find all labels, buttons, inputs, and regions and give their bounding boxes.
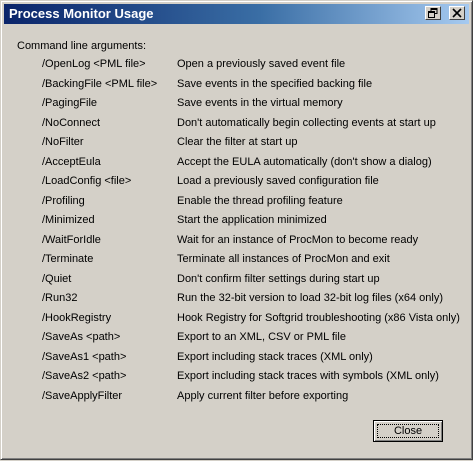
- argument-name: /Minimized: [42, 214, 95, 226]
- argument-description: Don't automatically begin collecting eve…: [177, 116, 436, 129]
- argument-name: /OpenLog <PML file>: [42, 58, 146, 70]
- argument-row: /Minimized Start the application minimize…: [1, 213, 473, 233]
- dialog-content: Command line arguments: /OpenLog <PML fi…: [1, 25, 473, 461]
- argument-row: /SaveApplyFilter Apply current filter bef…: [1, 389, 473, 409]
- argument-name: /LoadConfig <file>: [42, 175, 132, 187]
- argument-row: /HookRegistry Hook Registry for Softgrid …: [1, 311, 473, 331]
- argument-name: /NoFilter: [42, 136, 84, 148]
- close-button[interactable]: Close: [373, 420, 443, 442]
- argument-description: Save events in the specified backing fil…: [177, 77, 373, 90]
- argument-description: Open a previously saved event file: [177, 58, 346, 70]
- close-window-button[interactable]: [449, 6, 465, 20]
- argument-description: Export to an XML, CSV or PML file: [177, 331, 346, 343]
- argument-row: /SaveAs <path> Export to an XML, CSV or P…: [1, 330, 473, 350]
- argument-name: /PagingFile: [42, 97, 98, 109]
- argument-name: /SaveAs2 <path>: [42, 370, 127, 382]
- argument-row: /WaitForIdle Wait for an instance of Proc…: [1, 233, 473, 253]
- window-title: Process Monitor Usage: [9, 6, 154, 21]
- argument-row: /AcceptEula Accept the EULA automatically…: [1, 155, 473, 175]
- argument-name: /SaveApplyFilter: [42, 389, 123, 402]
- restore-button[interactable]: [425, 6, 441, 20]
- argument-name: /Run32: [42, 292, 78, 304]
- argument-description: Accept the EULA automatically (don't sho…: [177, 155, 432, 168]
- argument-row: /BackingFile <PML file> Save events in th…: [1, 77, 473, 97]
- arguments-heading: Command line arguments:: [17, 40, 147, 52]
- argument-row: /Profiling Enable the thread profiling fe…: [1, 194, 473, 214]
- argument-description: Don't confirm filter settings during sta…: [177, 272, 380, 285]
- argument-name: /SaveAs1 <path>: [42, 350, 127, 363]
- argument-description: Apply current filter before exporting: [177, 389, 349, 402]
- argument-name: /Profiling: [42, 194, 85, 207]
- argument-name: /HookRegistry: [42, 311, 112, 324]
- argument-description: Enable the thread profiling feature: [177, 194, 343, 207]
- argument-name: /Quiet: [42, 272, 72, 285]
- argument-row: /NoConnect Don't automatically begin coll…: [1, 116, 473, 136]
- argument-description: Wait for an instance of ProcMon to becom…: [177, 233, 419, 246]
- argument-name: /AcceptEula: [42, 155, 101, 168]
- argument-row: /SaveAs1 <path> Export including stack tr…: [1, 350, 473, 370]
- argument-row: /Terminate Terminate all instances of Pro…: [1, 252, 473, 272]
- argument-description: Export including stack traces (XML only): [177, 350, 373, 363]
- argument-name: /SaveAs <path>: [42, 331, 121, 343]
- argument-name: /WaitForIdle: [42, 233, 101, 246]
- argument-row: /LoadConfig <file> Load a previously save…: [1, 174, 473, 194]
- argument-description: Hook Registry for Softgrid troubleshooti…: [177, 311, 460, 324]
- argument-description: Clear the filter at start up: [177, 136, 298, 148]
- argument-row: /Run32 Run the 32-bit version to load 32-…: [1, 291, 473, 311]
- argument-description: Run the 32-bit version to load 32-bit lo…: [177, 292, 443, 304]
- argument-name: /NoConnect: [42, 116, 101, 129]
- close-button-label: Close: [393, 425, 423, 437]
- argument-name: /Terminate: [42, 253, 94, 265]
- argument-row: /Quiet Don't confirm filter settings duri…: [1, 272, 473, 292]
- argument-description: Load a previously saved configuration fi…: [177, 175, 379, 187]
- argument-row: /SaveAs2 <path> Export including stack tr…: [1, 369, 473, 389]
- argument-row: /OpenLog <PML file> Open a previously sav…: [1, 57, 473, 77]
- close-icon: [452, 8, 462, 18]
- title-bar[interactable]: Process Monitor Usage: [4, 4, 469, 24]
- argument-row: /NoFilter Clear the filter at start up: [1, 135, 473, 155]
- restore-icon: [428, 8, 438, 18]
- argument-description: Terminate all instances of ProcMon and e…: [177, 253, 390, 265]
- argument-description: Export including stack traces with symbo…: [177, 370, 439, 382]
- argument-row: /PagingFile Save events in the virtual me…: [1, 96, 473, 116]
- argument-description: Save events in the virtual memory: [177, 97, 343, 109]
- argument-name: /BackingFile <PML file>: [42, 77, 158, 90]
- dialog-window: Process Monitor Usage Command line argum…: [0, 0, 473, 460]
- argument-description: Start the application minimized: [177, 214, 327, 226]
